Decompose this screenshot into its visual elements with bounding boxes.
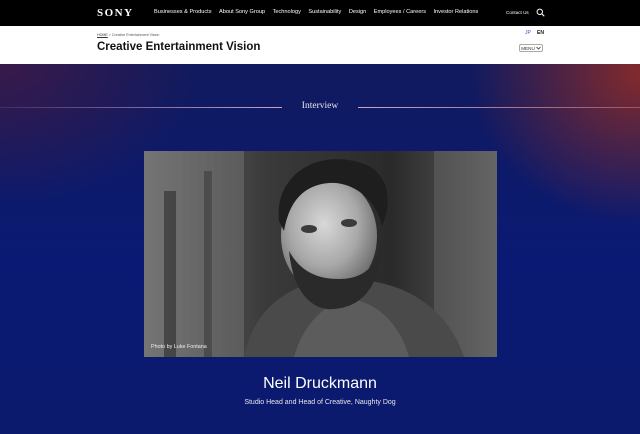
photo-credit: Photo by Luke Fontana (151, 344, 207, 350)
person-name: Neil Druckmann (263, 375, 377, 392)
nav-item-technology[interactable]: Technology (273, 9, 301, 15)
portrait-photo (144, 151, 497, 357)
person-role: Studio Head and Head of Creative, Naught… (244, 399, 396, 406)
lang-en-link[interactable]: EN (537, 30, 544, 36)
contact-link[interactable]: Contact Us (506, 10, 529, 15)
menu-button[interactable]: MENU (519, 44, 543, 52)
nav-item-careers[interactable]: Employees / Careers (374, 9, 426, 15)
divider-left (0, 107, 282, 108)
local-header (0, 26, 640, 64)
page-title: Creative Entertainment Vision (97, 41, 261, 53)
chevron-down-icon (535, 46, 541, 50)
nav-item-about[interactable]: About Sony Group (219, 9, 265, 15)
nav-item-businesses[interactable]: Businesses & Products (154, 9, 212, 15)
section-label: Interview (301, 101, 339, 111)
nav-item-investor[interactable]: Investor Relations (434, 9, 479, 15)
global-nav: Businesses & Products About Sony Group T… (154, 9, 486, 15)
breadcrumb: HOME > Creative Entertainment Vision (97, 33, 159, 37)
breadcrumb-home[interactable]: HOME (97, 33, 108, 37)
breadcrumb-separator: > (108, 33, 111, 37)
sony-logo[interactable]: SONY (97, 7, 134, 19)
nav-item-sustainability[interactable]: Sustainability (308, 9, 341, 15)
global-header: SONY Businesses & Products About Sony Gr… (0, 0, 640, 26)
breadcrumb-current: Creative Entertainment Vision (111, 33, 160, 37)
divider-right (358, 107, 640, 108)
lang-ja-link[interactable]: JP (525, 30, 531, 36)
menu-label: MENU (521, 45, 535, 51)
search-icon[interactable] (536, 8, 545, 17)
nav-item-design[interactable]: Design (349, 9, 366, 15)
